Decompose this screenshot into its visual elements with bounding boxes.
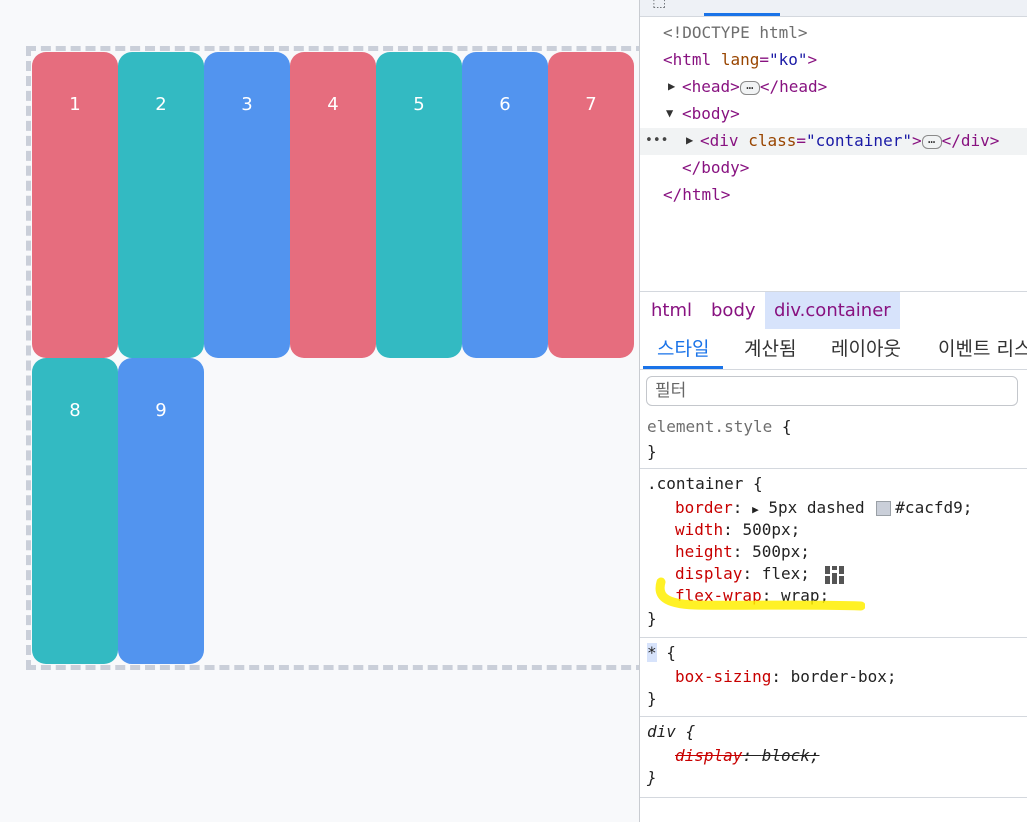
css-prop-value: 500px;	[752, 542, 810, 561]
div-attr-value: "container"	[806, 131, 912, 150]
css-prop-name: display	[675, 564, 743, 583]
body-close-line[interactable]: </body>	[682, 154, 749, 181]
body-tag-name: body	[691, 104, 731, 123]
collapse-triangle-icon[interactable]: ▼	[666, 100, 673, 127]
open-brace: {	[752, 474, 763, 493]
element-style-rule: element.style { }	[640, 412, 1027, 469]
container-rule-header[interactable]: .container {	[647, 473, 763, 495]
styles-filter-input[interactable]	[646, 376, 1018, 406]
css-prop-value: block;	[761, 746, 820, 765]
html-close-line[interactable]: </html>	[663, 181, 730, 208]
dom-tree: <!DOCTYPE html> <html lang="ko"> ▶ <head…	[640, 18, 1027, 290]
html-node[interactable]: <html lang="ko">	[663, 46, 817, 73]
div-container-node[interactable]: <div class="container">… </div>	[700, 127, 999, 154]
breadcrumb-body[interactable]: body	[702, 292, 765, 329]
open-brace: {	[685, 722, 696, 741]
flex-item-4: 4	[290, 52, 376, 358]
html-attr-name: lang	[720, 50, 760, 69]
devtools-panel: ⬚ <!DOCTYPE html> <html lang="ko"> ▶ <he…	[639, 0, 1027, 822]
expand-triangle-icon[interactable]: ▶	[686, 127, 693, 154]
open-brace: {	[781, 417, 792, 436]
html-close-tag: </html>	[663, 185, 731, 204]
head-tag-name: head	[691, 77, 731, 96]
css-prop-value: border-box;	[790, 667, 897, 686]
css-declaration-flex-wrap[interactable]: flex-wrap: wrap;	[675, 585, 829, 607]
css-prop-value: 5px dashed	[768, 498, 865, 517]
flex-item-3: 3	[204, 52, 290, 358]
tab-computed[interactable]: 계산됨	[730, 329, 810, 369]
css-prop-name: flex-wrap	[675, 586, 762, 605]
container-selector: .container	[647, 474, 744, 493]
close-brace: }	[647, 689, 657, 708]
body-close-tag: </body>	[682, 158, 750, 177]
div-useragent-rule: div { display: block; }	[640, 717, 1027, 798]
css-prop-name: box-sizing	[675, 667, 772, 686]
div-attr-name: class	[748, 131, 797, 150]
element-style-header[interactable]: element.style {	[647, 416, 792, 438]
element-style-selector: element.style	[647, 417, 773, 436]
styles-subtabs: 스타일 계산됨 레이아웃 이벤트 리스	[640, 329, 1027, 370]
div-rule-header[interactable]: div {	[647, 721, 695, 743]
css-prop-name: width	[675, 520, 724, 539]
css-prop-value: flex;	[761, 564, 810, 583]
html-tag-name: html	[672, 50, 712, 69]
node-actions-dots[interactable]: •••	[645, 127, 668, 154]
css-declaration-box-sizing[interactable]: box-sizing: border-box;	[675, 666, 897, 688]
div-tag-name: div	[709, 131, 739, 150]
page-preview: 1 2 3 4 5 6 7 8 9	[0, 0, 639, 822]
active-tab-indicator	[704, 13, 780, 16]
collapsed-content-icon[interactable]: …	[921, 133, 942, 149]
doctype-line[interactable]: <!DOCTYPE html>	[663, 19, 808, 46]
breadcrumb-div-container[interactable]: div.container	[765, 292, 900, 329]
css-prop-name: height	[675, 542, 733, 561]
css-declaration-height[interactable]: height: 500px;	[675, 541, 810, 563]
close-brace: }	[647, 609, 657, 628]
breadcrumb-html[interactable]: html	[642, 292, 701, 329]
css-prop-name: border	[675, 498, 733, 517]
flex-item-9: 9	[118, 358, 204, 664]
head-node[interactable]: <head>… </head>	[682, 73, 827, 100]
universal-rule: * { box-sizing: border-box; }	[640, 638, 1027, 717]
flex-item-7: 7	[548, 52, 634, 358]
devtools-top-tabbar[interactable]: ⬚	[640, 0, 1027, 17]
tab-layout[interactable]: 레이아웃	[817, 329, 915, 369]
css-declaration-border[interactable]: border: ▶ 5px dashed #cacfd9;	[675, 497, 972, 519]
breadcrumb: html body div.container	[640, 291, 1027, 330]
flex-item-5: 5	[376, 52, 462, 358]
css-prop-name: display	[675, 746, 743, 765]
expand-triangle-icon[interactable]: ▶	[752, 503, 759, 516]
body-node[interactable]: <body>	[682, 100, 740, 127]
container-rule: .container { border: ▶ 5px dashed #cacfd…	[640, 469, 1027, 638]
flex-item-1: 1	[32, 52, 118, 358]
close-brace: }	[647, 442, 657, 461]
css-color-value: #cacfd9;	[895, 498, 973, 517]
collapsed-content-icon[interactable]: …	[739, 79, 760, 95]
color-swatch-icon[interactable]	[876, 501, 892, 516]
flex-container: 1 2 3 4 5 6 7 8 9	[26, 46, 639, 670]
open-brace: {	[666, 643, 676, 662]
flex-item-2: 2	[118, 52, 204, 358]
inspect-icon[interactable]: ⬚	[652, 0, 666, 10]
css-prop-value: wrap;	[780, 586, 830, 605]
css-declaration-display-overridden[interactable]: display: block;	[675, 745, 820, 767]
universal-selector: *	[647, 643, 657, 662]
html-attr-value: "ko"	[768, 50, 808, 69]
div-close-tag-name: div	[960, 131, 990, 150]
doctype-text: <!DOCTYPE html>	[663, 23, 808, 42]
flexbox-editor-icon[interactable]	[824, 565, 846, 585]
flex-item-8: 8	[32, 358, 118, 664]
close-brace: }	[647, 768, 657, 787]
css-declaration-display[interactable]: display: flex;	[675, 563, 846, 585]
flex-item-6: 6	[462, 52, 548, 358]
tab-styles[interactable]: 스타일	[643, 329, 724, 369]
universal-rule-header[interactable]: * {	[647, 642, 676, 664]
tab-event-listeners[interactable]: 이벤트 리스	[924, 329, 1027, 369]
expand-triangle-icon[interactable]: ▶	[668, 73, 675, 100]
styles-pane: element.style { } .container { border: ▶…	[640, 412, 1027, 822]
head-close-tag-name: head	[779, 77, 818, 96]
div-selector: div	[647, 722, 676, 741]
css-prop-value: 500px;	[742, 520, 801, 539]
css-declaration-width[interactable]: width: 500px;	[675, 519, 800, 541]
